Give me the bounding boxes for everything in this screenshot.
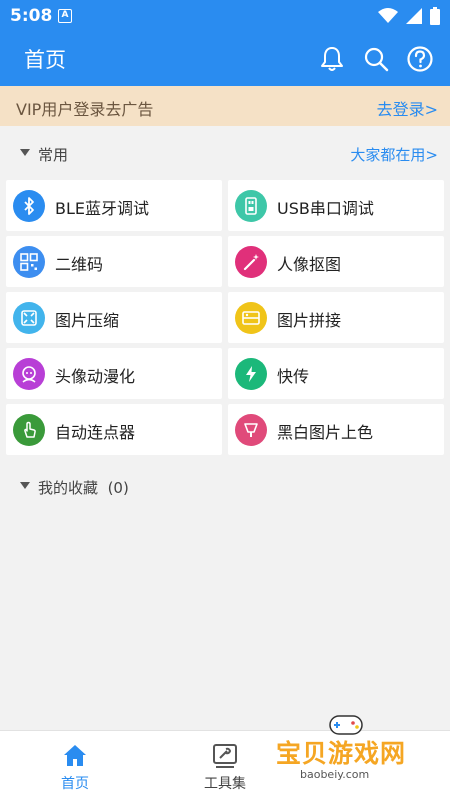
tap-hand-icon <box>13 414 45 446</box>
vip-login-link[interactable]: 去登录> <box>377 96 438 120</box>
favorites-section-title: 我的收藏 (0) <box>38 479 129 497</box>
tool-tile-anime-avatar[interactable]: 头像动漫化 <box>6 348 222 399</box>
notification-icon: A <box>58 9 72 23</box>
nav-label-home: 首页 <box>61 776 89 792</box>
bell-icon[interactable] <box>318 45 346 73</box>
common-tools-grid: BLE蓝牙调试 USB串口调试 二维码 人像抠图 图片压缩 图片拼接 头像动漫化… <box>6 180 444 455</box>
home-icon <box>64 745 86 766</box>
lightning-icon <box>235 358 267 390</box>
bluetooth-icon <box>13 190 45 222</box>
vip-banner[interactable]: VIP用户登录去广告 去登录> <box>0 86 450 126</box>
tool-tile-ble[interactable]: BLE蓝牙调试 <box>6 180 222 231</box>
favorites-count: (0) <box>107 479 129 497</box>
collapse-caret-icon[interactable] <box>20 482 30 489</box>
signal-icon <box>406 8 422 24</box>
image-compress-icon <box>13 302 45 334</box>
status-icons <box>378 7 440 25</box>
tool-label: 二维码 <box>55 255 104 274</box>
tool-label: 头像动漫化 <box>55 367 136 386</box>
tool-tile-auto-clicker[interactable]: 自动连点器 <box>6 404 222 455</box>
common-section-title: 常用 <box>38 146 69 164</box>
nav-item-home[interactable]: 首页 <box>0 731 150 800</box>
battery-icon <box>430 7 440 25</box>
image-stitch-icon <box>235 302 267 334</box>
tool-label: 图片压缩 <box>55 311 120 330</box>
wifi-icon <box>378 8 398 23</box>
tool-label: USB串口调试 <box>277 199 374 218</box>
paint-icon <box>235 414 267 446</box>
help-icon[interactable] <box>406 45 434 73</box>
tool-tile-portrait-cutout[interactable]: 人像抠图 <box>228 236 444 287</box>
collapse-caret-icon[interactable] <box>20 149 30 156</box>
tool-label: 人像抠图 <box>277 255 342 274</box>
app-bar: 首页 <box>0 32 450 86</box>
status-time: 5:08 <box>10 6 53 26</box>
toolbox-icon <box>213 744 237 768</box>
qr-code-icon <box>13 246 45 278</box>
usb-serial-icon <box>235 190 267 222</box>
watermark-url: baobeiy.com <box>300 768 370 781</box>
tool-tile-quick-transfer[interactable]: 快传 <box>228 348 444 399</box>
tool-tile-usb[interactable]: USB串口调试 <box>228 180 444 231</box>
anime-avatar-icon <box>13 358 45 390</box>
tool-tile-image-compress[interactable]: 图片压缩 <box>6 292 222 343</box>
watermark: 宝贝游戏网 baobeiy.com <box>276 710 446 790</box>
tool-label: 黑白图片上色 <box>277 423 374 442</box>
status-bar: 5:08 A <box>0 0 450 32</box>
tool-tile-image-stitch[interactable]: 图片拼接 <box>228 292 444 343</box>
magic-wand-icon <box>235 246 267 278</box>
common-section-header[interactable]: 常用 大家都在用> <box>0 138 450 170</box>
popular-tools-link[interactable]: 大家都在用> <box>350 144 438 165</box>
tool-tile-qrcode[interactable]: 二维码 <box>6 236 222 287</box>
favorites-section-header[interactable]: 我的收藏 (0) <box>0 471 450 503</box>
tool-tile-colorize[interactable]: 黑白图片上色 <box>228 404 444 455</box>
tool-label: BLE蓝牙调试 <box>55 199 150 218</box>
watermark-text: 宝贝游戏网 <box>276 739 407 768</box>
tool-label: 图片拼接 <box>277 311 342 330</box>
vip-banner-text: VIP用户登录去广告 <box>16 100 154 119</box>
tool-label: 自动连点器 <box>55 423 136 442</box>
page-title: 首页 <box>24 48 66 72</box>
tool-label: 快传 <box>277 367 310 386</box>
search-icon[interactable] <box>362 45 390 73</box>
